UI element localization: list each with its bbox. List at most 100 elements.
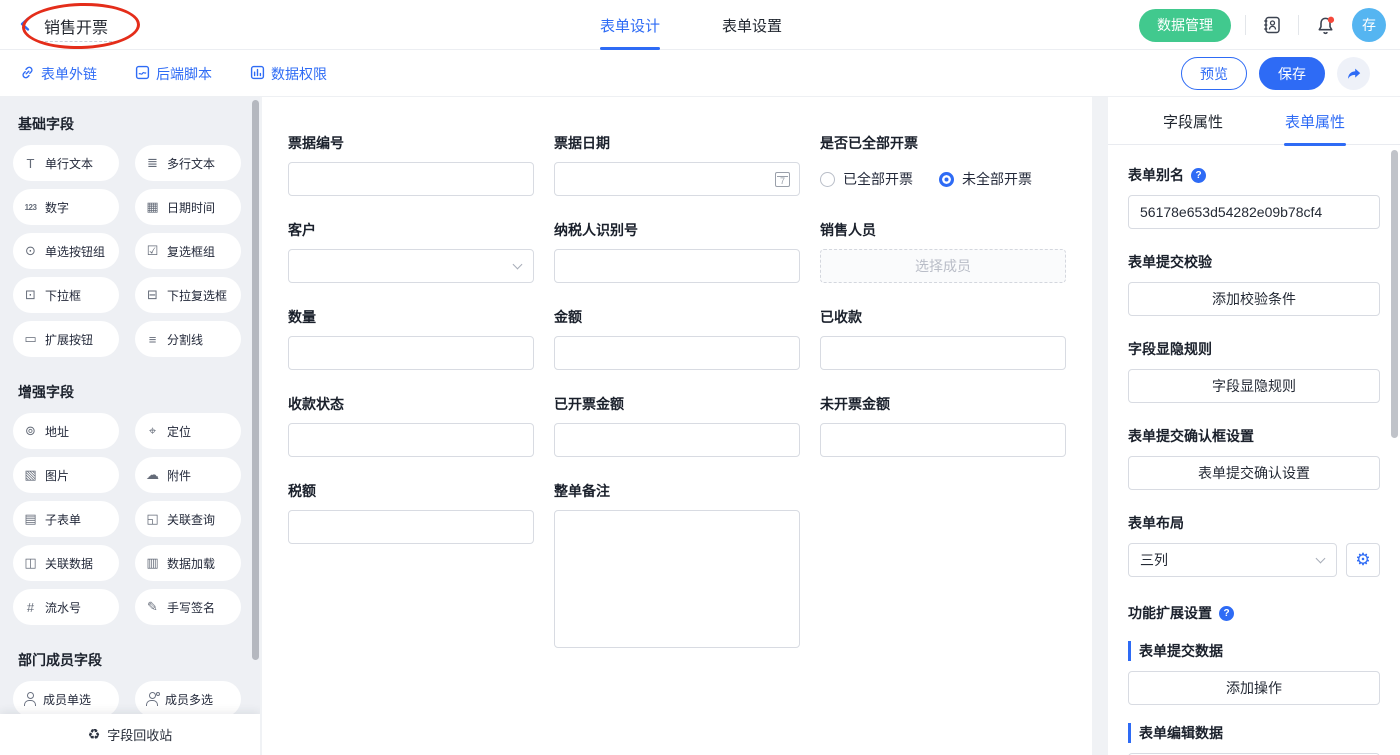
sidebar-field-item[interactable]: ⌖定位	[135, 413, 241, 449]
tab-form-settings[interactable]: 表单设置	[722, 0, 782, 50]
sidebar-item-label: 手写签名	[167, 599, 215, 616]
help-icon[interactable]: ?	[1219, 606, 1234, 621]
radio-option[interactable]: 未全部开票	[939, 169, 1032, 189]
text-input[interactable]	[288, 336, 534, 370]
sidebar-field-item[interactable]: ⊟下拉复选框	[135, 277, 241, 313]
sidebar-scrollbar[interactable]	[252, 100, 259, 660]
save-button[interactable]: 保存	[1259, 57, 1325, 90]
contact-book-icon[interactable]	[1260, 13, 1284, 37]
sidebar-field-item[interactable]: ▭扩展按钮	[13, 321, 119, 357]
datetime-icon: ▦	[144, 199, 161, 215]
help-icon[interactable]: ?	[1191, 168, 1206, 183]
chevron-down-icon	[513, 260, 523, 270]
location-icon: ⌖	[144, 423, 161, 439]
field-label: 票据日期	[554, 133, 800, 153]
text-input[interactable]	[554, 423, 800, 457]
sidebar-item-label: 下拉框	[45, 287, 81, 304]
field-label: 数量	[288, 307, 534, 327]
sidebar-field-item[interactable]: ⊙单选按钮组	[13, 233, 119, 269]
bell-icon[interactable]	[1313, 13, 1338, 38]
sidebar-field-item[interactable]: ≣多行文本	[135, 145, 241, 181]
text-input[interactable]	[288, 423, 534, 457]
select-input[interactable]	[288, 249, 534, 283]
avatar[interactable]: 存	[1352, 8, 1386, 42]
member-picker[interactable]: 选择成员	[820, 249, 1066, 283]
submit-confirm-button[interactable]: 表单提交确认设置	[1128, 456, 1380, 490]
radio-button[interactable]	[820, 172, 835, 187]
textarea-input[interactable]	[554, 510, 800, 648]
form-external-link[interactable]: 表单外链	[20, 64, 97, 84]
sidebar-field-item[interactable]: ✎手写签名	[135, 589, 241, 625]
sidebar-field-item[interactable]: 成员多选	[135, 681, 241, 717]
subform-icon: ▤	[22, 511, 39, 527]
sidebar-item-label: 图片	[45, 467, 69, 484]
sidebar-field-item[interactable]: T单行文本	[13, 145, 119, 181]
canvas-field[interactable]: 票据编号	[288, 133, 534, 196]
canvas-field[interactable]: 未开票金额	[820, 394, 1066, 457]
canvas-field[interactable]: 整单备注	[554, 481, 800, 648]
sidebar-field-item[interactable]: ⊡下拉框	[13, 277, 119, 313]
layout-select[interactable]: 三列	[1128, 543, 1337, 577]
text-input[interactable]	[288, 510, 534, 544]
sidebar-field-item[interactable]: #流水号	[13, 589, 119, 625]
date-input[interactable]: 7	[554, 162, 800, 196]
canvas-field[interactable]: 金额	[554, 307, 800, 370]
field-recycle-bin[interactable]: ♻ 字段回收站	[0, 714, 260, 755]
share-arrow-icon[interactable]	[1337, 57, 1370, 90]
radio-option[interactable]: 已全部开票	[820, 169, 913, 189]
canvas-field[interactable]: 客户	[288, 220, 534, 283]
canvas-field[interactable]: 已开票金额	[554, 394, 800, 457]
form-alias-input[interactable]	[1128, 195, 1380, 229]
form-title[interactable]: 销售开票	[40, 14, 112, 42]
text-input[interactable]	[820, 336, 1066, 370]
sidebar-section-title: 基础字段	[18, 114, 260, 134]
canvas-field[interactable]: 收款状态	[288, 394, 534, 457]
text-input[interactable]	[554, 249, 800, 283]
sidebar-field-item[interactable]: ☁附件	[135, 457, 241, 493]
serial-number-icon: #	[22, 600, 39, 615]
gear-icon[interactable]: ⚙	[1346, 543, 1380, 577]
field-label: 已开票金额	[554, 394, 800, 414]
canvas-field[interactable]: 数量	[288, 307, 534, 370]
sidebar-field-item[interactable]: 123数字	[13, 189, 119, 225]
backend-script-link[interactable]: 后端脚本	[135, 64, 212, 84]
sidebar-field-item[interactable]: ≡分割线	[135, 321, 241, 357]
sidebar-field-item[interactable]: ◱关联查询	[135, 501, 241, 537]
sidebar-field-item[interactable]: ⊚地址	[13, 413, 119, 449]
canvas-field[interactable]: 是否已全部开票已全部开票未全部开票	[820, 133, 1066, 196]
sidebar-field-item[interactable]: ◫关联数据	[13, 545, 119, 581]
sidebar-field-item[interactable]: ▦日期时间	[135, 189, 241, 225]
canvas-field[interactable]: 已收款	[820, 307, 1066, 370]
tab-form-properties[interactable]: 表单属性	[1285, 97, 1345, 145]
text-input[interactable]	[288, 162, 534, 196]
sidebar-item-label: 复选框组	[167, 243, 215, 260]
sidebar-field-item[interactable]: ☑复选框组	[135, 233, 241, 269]
radio-button[interactable]	[939, 172, 954, 187]
sidebar-item-label: 扩展按钮	[45, 331, 93, 348]
field-label: 未开票金额	[820, 394, 1066, 414]
sidebar-field-item[interactable]: ▧图片	[13, 457, 119, 493]
panel-scrollbar[interactable]	[1391, 150, 1398, 438]
preview-button[interactable]: 预览	[1181, 57, 1247, 90]
edit-data-group-label: 表单编辑数据	[1128, 723, 1380, 743]
form-validation-label: 表单提交校验	[1128, 252, 1380, 272]
canvas-field[interactable]: 票据日期 7	[554, 133, 800, 196]
canvas-field[interactable]: 销售人员选择成员	[820, 220, 1066, 283]
canvas-field[interactable]: 纳税人识别号	[554, 220, 800, 283]
chevron-down-icon	[1316, 554, 1326, 564]
back-button[interactable]	[18, 16, 32, 35]
field-label: 整单备注	[554, 481, 800, 501]
data-manage-button[interactable]: 数据管理	[1139, 9, 1231, 42]
tab-field-properties[interactable]: 字段属性	[1163, 97, 1223, 145]
sidebar-field-item[interactable]: 成员单选	[13, 681, 119, 717]
add-action-button[interactable]: 添加操作	[1128, 671, 1380, 705]
sidebar-field-item[interactable]: ▥数据加载	[135, 545, 241, 581]
tab-form-design[interactable]: 表单设计	[600, 0, 660, 50]
text-input[interactable]	[820, 423, 1066, 457]
sidebar-field-item[interactable]: ▤子表单	[13, 501, 119, 537]
add-validation-button[interactable]: 添加校验条件	[1128, 282, 1380, 316]
field-visibility-button[interactable]: 字段显隐规则	[1128, 369, 1380, 403]
data-permission-link[interactable]: 数据权限	[250, 64, 327, 84]
text-input[interactable]	[554, 336, 800, 370]
canvas-field[interactable]: 税额	[288, 481, 534, 544]
